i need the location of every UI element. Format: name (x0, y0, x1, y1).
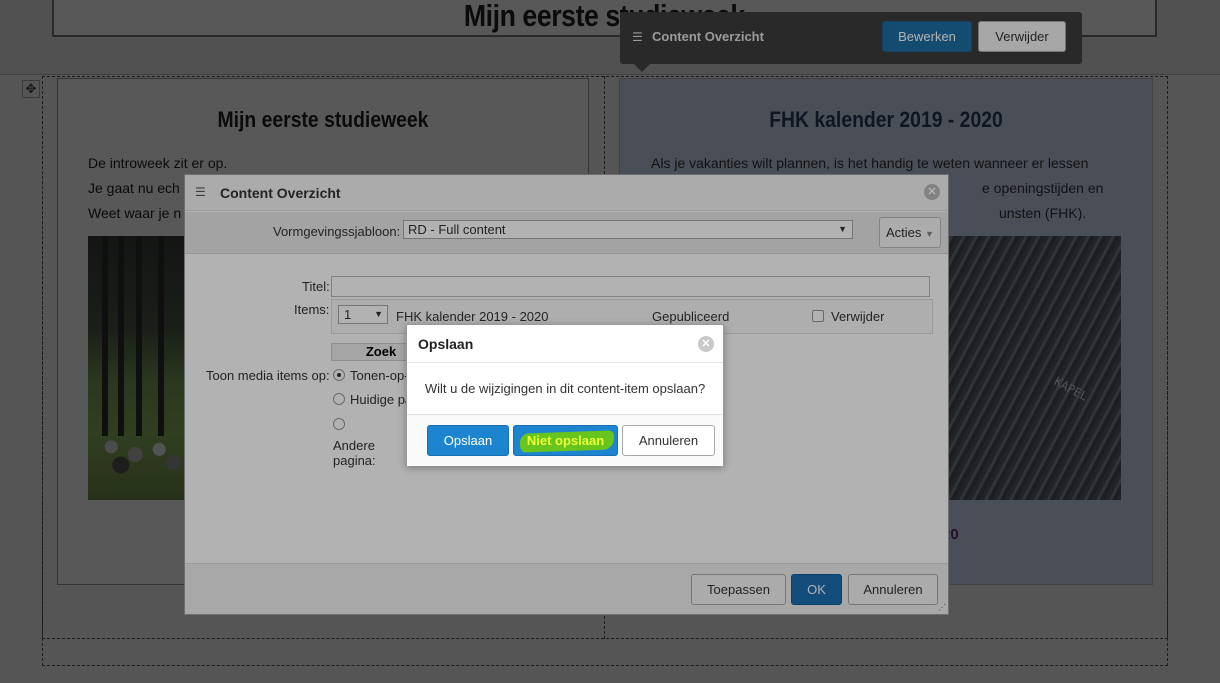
confirm-message: Wilt u de wijzigingen in dit content-ite… (424, 381, 706, 396)
confirm-footer: Opslaan Niet opslaan Annuleren (407, 414, 723, 466)
dont-save-label: Niet opslaan (526, 433, 605, 448)
confirm-header: Opslaan ✕ (407, 325, 723, 363)
close-icon[interactable]: ✕ (698, 336, 714, 352)
confirm-title: Opslaan (418, 336, 474, 352)
cancel-button[interactable]: Annuleren (622, 425, 715, 456)
save-confirm-dialog: Opslaan ✕ Wilt u de wijzigingen in dit c… (406, 324, 724, 466)
save-button[interactable]: Opslaan (427, 425, 509, 456)
dont-save-button[interactable]: Niet opslaan (513, 425, 618, 456)
